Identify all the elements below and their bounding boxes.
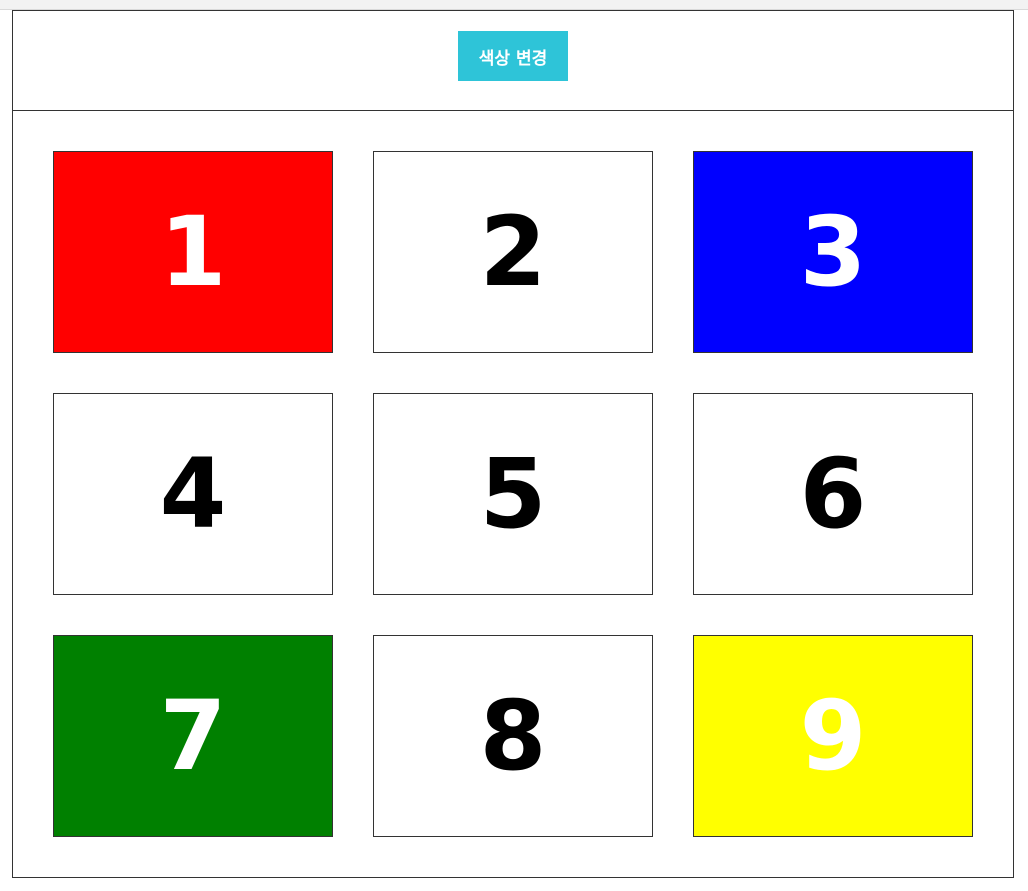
box-3[interactable]: 3 (693, 151, 973, 353)
box-9[interactable]: 9 (693, 635, 973, 837)
main-frame: 색상 변경 1 2 3 4 5 6 7 8 9 (12, 10, 1014, 878)
box-8[interactable]: 8 (373, 635, 653, 837)
box-1-number: 1 (159, 196, 227, 308)
box-2-number: 2 (479, 196, 547, 308)
box-8-number: 8 (479, 680, 547, 792)
box-6-number: 6 (799, 438, 867, 550)
box-6[interactable]: 6 (693, 393, 973, 595)
header-bar: 색상 변경 (13, 11, 1013, 111)
box-7-number: 7 (159, 680, 227, 792)
box-1[interactable]: 1 (53, 151, 333, 353)
box-5-number: 5 (479, 438, 547, 550)
box-7[interactable]: 7 (53, 635, 333, 837)
change-color-button[interactable]: 색상 변경 (458, 31, 568, 81)
box-grid: 1 2 3 4 5 6 7 8 9 (53, 151, 973, 837)
box-9-number: 9 (799, 680, 867, 792)
box-4[interactable]: 4 (53, 393, 333, 595)
box-3-number: 3 (799, 196, 867, 308)
window-top-strip (0, 0, 1028, 10)
box-5[interactable]: 5 (373, 393, 653, 595)
box-4-number: 4 (159, 438, 227, 550)
box-2[interactable]: 2 (373, 151, 653, 353)
